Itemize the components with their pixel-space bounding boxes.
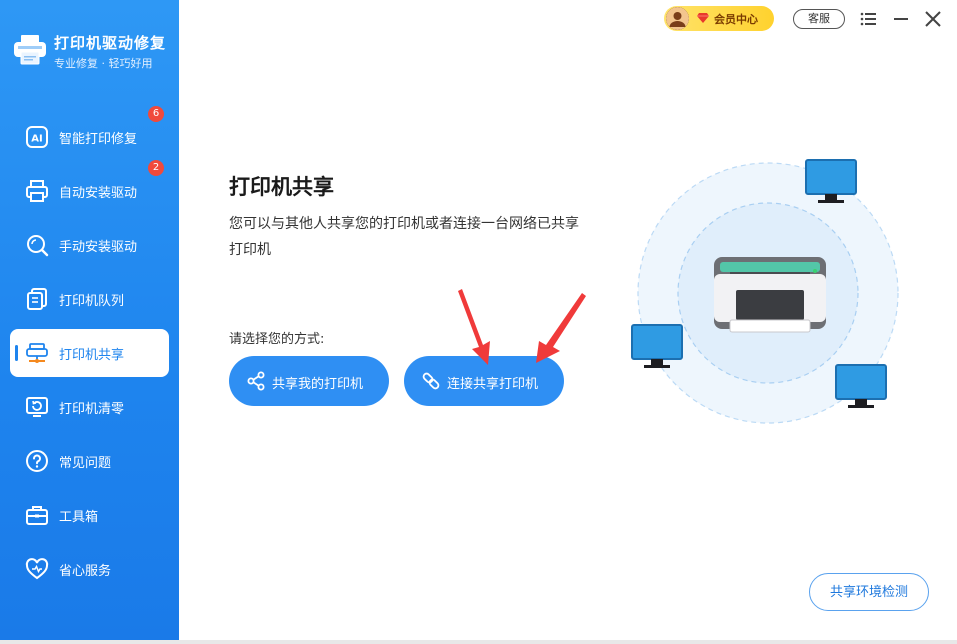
toolbox-icon	[26, 506, 48, 525]
avatar	[666, 7, 689, 30]
sidebar-item-toolbox[interactable]: 工具箱	[10, 491, 169, 539]
sidebar-item-label: 省心服务	[59, 564, 112, 579]
vip-center-button[interactable]: 会员中心	[664, 6, 774, 31]
page-title: 打印机共享	[229, 175, 334, 199]
sidebar-item-printer-share[interactable]: 打印机共享	[10, 329, 169, 377]
sidebar-item-faq[interactable]: 常见问题	[10, 437, 169, 485]
question-icon	[26, 450, 48, 472]
sidebar-item-label: 打印机清零	[59, 402, 125, 417]
sidebar-item-label: 自动安装驱动	[59, 186, 138, 201]
sidebar-item-label: 打印机队列	[59, 294, 125, 309]
app-title: 打印机驱动修复	[54, 34, 167, 52]
printer-network-illustration	[631, 159, 899, 424]
share-my-printer-button[interactable]: 共享我的打印机	[229, 356, 389, 406]
notification-badge: 2	[148, 160, 164, 176]
menu-icon[interactable]	[859, 9, 879, 29]
diamond-icon	[697, 13, 709, 23]
red-arrow-annotations	[458, 289, 586, 365]
heart-icon	[25, 558, 49, 580]
sidebar-item-printer-reset[interactable]: 打印机清零	[10, 383, 169, 431]
sidebar-item-label: 智能打印修复	[59, 132, 138, 147]
sidebar-item-smart-repair[interactable]: AI 智能打印修复 6	[10, 106, 169, 161]
connect-shared-printer-label: 连接共享打印机	[447, 377, 539, 392]
computer-icon	[835, 364, 887, 408]
document-icon	[27, 288, 47, 310]
sidebar-item-label: 手动安装驱动	[59, 240, 138, 255]
choose-method-label: 请选择您的方式:	[229, 332, 325, 347]
share-my-printer-label: 共享我的打印机	[272, 377, 364, 392]
sidebar-item-label: 常见问题	[59, 456, 112, 471]
share-environment-check-button[interactable]: 共享环境检测	[809, 573, 929, 611]
search-icon	[27, 235, 49, 257]
reset-icon	[26, 397, 48, 417]
sidebar-item-auto-install[interactable]: 自动安装驱动 2	[10, 160, 169, 215]
printer-icon	[26, 180, 48, 202]
sidebar-item-manual-install[interactable]: 手动安装驱动	[10, 221, 169, 269]
bottom-divider	[0, 640, 957, 644]
vip-label: 会员中心	[714, 13, 758, 26]
printer-logo-icon	[14, 35, 46, 65]
brand: 打印机驱动修复 专业修复 · 轻巧好用	[12, 30, 177, 74]
link-icon	[422, 372, 440, 390]
sidebar-item-printer-queue[interactable]: 打印机队列	[10, 275, 169, 323]
page-description: 您可以与其他人共享您的打印机或者连接一台网络已共享打印机	[229, 216, 579, 258]
sidebar-item-label: 打印机共享	[59, 348, 125, 363]
share-icon	[247, 371, 265, 391]
notification-badge: 6	[148, 106, 164, 122]
minimize-icon[interactable]	[891, 9, 911, 29]
sidebar-item-label: 工具箱	[59, 510, 99, 525]
svg-text:AI: AI	[31, 134, 42, 145]
sidebar-item-care-service[interactable]: 省心服务	[10, 545, 169, 593]
ai-icon: AI	[26, 126, 48, 148]
sidebar: 打印机驱动修复 专业修复 · 轻巧好用 AI 智能打印修复 6 自动安装驱动 2…	[0, 0, 179, 644]
share-network-icon	[26, 343, 48, 363]
customer-service-button[interactable]: 客服	[793, 9, 845, 29]
close-icon[interactable]	[923, 9, 943, 29]
app-subtitle: 专业修复 · 轻巧好用	[54, 57, 153, 70]
